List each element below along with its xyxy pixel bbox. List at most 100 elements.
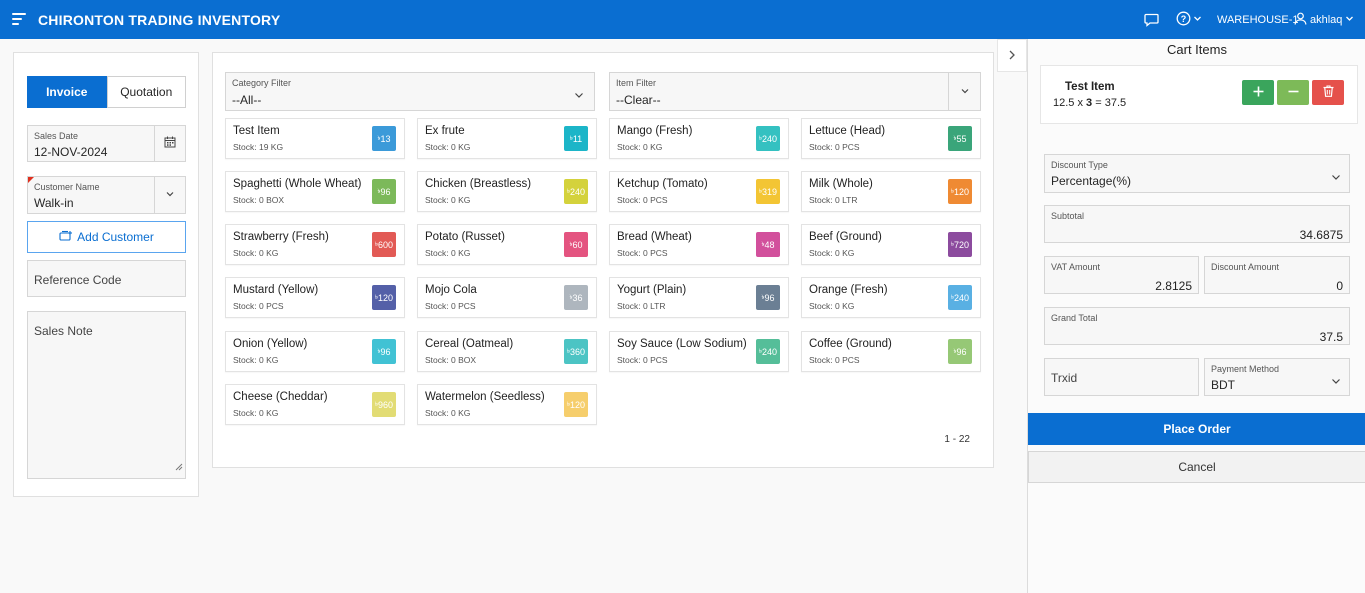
product-price: 319 (761, 186, 778, 197)
product-price-badge: ৳ 96 (756, 285, 780, 310)
cart-item-price: 12.5 (1053, 97, 1075, 109)
place-order-button[interactable]: Place Order (1028, 413, 1365, 445)
product-name: Mustard (Yellow) (233, 284, 319, 296)
decrease-qty-button[interactable] (1277, 80, 1309, 105)
customer-name-field[interactable]: Customer Name Walk-in (27, 176, 186, 214)
product-card[interactable]: Orange (Fresh) Stock: 0 KG ৳ 240 (801, 277, 981, 318)
product-price-badge: ৳ 120 (372, 285, 396, 310)
product-stock: Stock: 0 KG (233, 355, 279, 365)
product-card[interactable]: Bread (Wheat) Stock: 0 PCS ৳ 48 (609, 224, 789, 265)
product-price-badge: ৳ 13 (372, 126, 396, 151)
discount-type-label: Discount Type (1051, 160, 1108, 170)
add-customer-button[interactable]: Add Customer (27, 221, 186, 253)
product-card[interactable]: Mustard (Yellow) Stock: 0 PCS ৳ 120 (225, 277, 405, 318)
calendar-button[interactable] (154, 126, 185, 161)
hamburger-menu-icon[interactable] (12, 13, 26, 25)
product-price: 960 (377, 399, 394, 410)
product-card[interactable]: Mojo Cola Stock: 0 PCS ৳ 36 (417, 277, 597, 318)
product-card[interactable]: Chicken (Breastless) Stock: 0 KG ৳ 240 (417, 171, 597, 212)
top-bar: CHIRONTON TRADING INVENTORY ? WAREHOUSE-… (0, 0, 1365, 39)
remove-item-button[interactable] (1312, 80, 1344, 105)
product-card[interactable]: Milk (Whole) Stock: 0 LTR ৳ 120 (801, 171, 981, 212)
product-card[interactable]: Watermelon (Seedless) Stock: 0 KG ৳ 120 (417, 384, 597, 425)
product-price: 240 (569, 186, 586, 197)
chevron-down-icon (1331, 373, 1341, 391)
product-price-badge: ৳ 11 (564, 126, 588, 151)
product-card[interactable]: Potato (Russet) Stock: 0 KG ৳ 60 (417, 224, 597, 265)
reference-code-placeholder: Reference Code (34, 273, 122, 287)
payment-method-select[interactable]: Payment Method BDT (1204, 358, 1350, 396)
pagination-info: 1 - 22 (944, 434, 970, 445)
product-stock: Stock: 0 LTR (809, 195, 858, 205)
user-menu[interactable]: akhlaq (1294, 0, 1354, 39)
product-stock: Stock: 0 KG (809, 248, 855, 258)
product-price-badge: ৳ 60 (564, 232, 588, 257)
product-name: Coffee (Ground) (809, 338, 892, 350)
payment-method-label: Payment Method (1211, 364, 1280, 374)
times-sign: x (1077, 97, 1083, 109)
product-card[interactable]: Mango (Fresh) Stock: 0 KG ৳ 240 (609, 118, 789, 159)
product-card[interactable]: Test Item Stock: 19 KG ৳ 13 (225, 118, 405, 159)
tab-quotation[interactable]: Quotation (106, 76, 186, 108)
product-card[interactable]: Lettuce (Head) Stock: 0 PCS ৳ 55 (801, 118, 981, 159)
tab-invoice[interactable]: Invoice (27, 76, 107, 108)
sales-date-field[interactable]: Sales Date 12-NOV-2024 (27, 125, 186, 162)
grand-total-value: 37.5 (1319, 330, 1343, 344)
product-card[interactable]: Strawberry (Fresh) Stock: 0 KG ৳ 600 (225, 224, 405, 265)
chevron-down-icon (165, 186, 175, 204)
product-price-badge: ৳ 240 (948, 285, 972, 310)
product-price: 240 (761, 346, 778, 357)
product-price-badge: ৳ 720 (948, 232, 972, 257)
help-menu[interactable]: ? (1176, 0, 1202, 39)
product-card[interactable]: Spaghetti (Whole Wheat) Stock: 0 BOX ৳ 96 (225, 171, 405, 212)
product-stock: Stock: 0 BOX (425, 355, 477, 365)
product-card[interactable]: Beef (Ground) Stock: 0 KG ৳ 720 (801, 224, 981, 265)
product-price: 55 (956, 133, 967, 144)
item-filter-dropdown-button[interactable] (948, 73, 980, 110)
payment-method-value: BDT (1211, 378, 1235, 392)
product-card[interactable]: Ex frute Stock: 0 KG ৳ 11 (417, 118, 597, 159)
product-card[interactable]: Coffee (Ground) Stock: 0 PCS ৳ 96 (801, 331, 981, 372)
trxid-input[interactable]: Trxid (1044, 358, 1199, 396)
product-stock: Stock: 0 PCS (809, 142, 860, 152)
collapse-cart-button[interactable] (997, 39, 1027, 72)
product-name: Ex frute (425, 125, 465, 137)
product-price-badge: ৳ 96 (948, 339, 972, 364)
product-card[interactable]: Ketchup (Tomato) Stock: 0 PCS ৳ 319 (609, 171, 789, 212)
product-price-badge: ৳ 96 (372, 179, 396, 204)
product-price: 720 (953, 239, 970, 250)
chevron-down-icon (574, 87, 584, 105)
product-card[interactable]: Onion (Yellow) Stock: 0 KG ৳ 96 (225, 331, 405, 372)
product-card[interactable]: Cheese (Cheddar) Stock: 0 KG ৳ 960 (225, 384, 405, 425)
product-name: Cereal (Oatmeal) (425, 338, 514, 350)
product-price: 13 (380, 133, 391, 144)
product-price-badge: ৳ 360 (564, 339, 588, 364)
product-name: Milk (Whole) (809, 178, 873, 190)
app-title: CHIRONTON TRADING INVENTORY (38, 12, 281, 28)
product-name: Cheese (Cheddar) (233, 391, 328, 403)
product-price: 240 (761, 133, 778, 144)
reference-code-input[interactable]: Reference Code (27, 260, 186, 297)
product-card[interactable]: Cereal (Oatmeal) Stock: 0 BOX ৳ 360 (417, 331, 597, 372)
resize-handle-icon[interactable] (175, 458, 183, 476)
cart-item-total: 37.5 (1104, 97, 1127, 109)
warehouse-label[interactable]: WAREHOUSE-1 (1217, 0, 1299, 39)
increase-qty-button[interactable] (1242, 80, 1274, 105)
customer-name-value: Walk-in (34, 196, 74, 210)
product-stock: Stock: 0 PCS (233, 301, 284, 311)
item-filter-select[interactable]: Item Filter --Clear-- (609, 72, 981, 111)
category-filter-select[interactable]: Category Filter --All-- (225, 72, 595, 111)
chat-icon[interactable] (1144, 0, 1159, 39)
product-card[interactable]: Soy Sauce (Low Sodium) Stock: 0 PCS ৳ 240 (609, 331, 789, 372)
product-stock: Stock: 0 KG (425, 248, 471, 258)
discount-amount-field[interactable]: Discount Amount 0 (1204, 256, 1350, 294)
cancel-button[interactable]: Cancel (1028, 451, 1365, 483)
customer-dropdown-button[interactable] (154, 177, 185, 213)
product-price: 96 (956, 346, 967, 357)
discount-type-select[interactable]: Discount Type Percentage(%) (1044, 154, 1350, 193)
user-icon (1294, 12, 1307, 28)
product-card[interactable]: Yogurt (Plain) Stock: 0 LTR ৳ 96 (609, 277, 789, 318)
chevron-down-icon (960, 83, 970, 101)
product-stock: Stock: 0 PCS (425, 301, 476, 311)
sales-note-textarea[interactable]: Sales Note (27, 311, 186, 479)
